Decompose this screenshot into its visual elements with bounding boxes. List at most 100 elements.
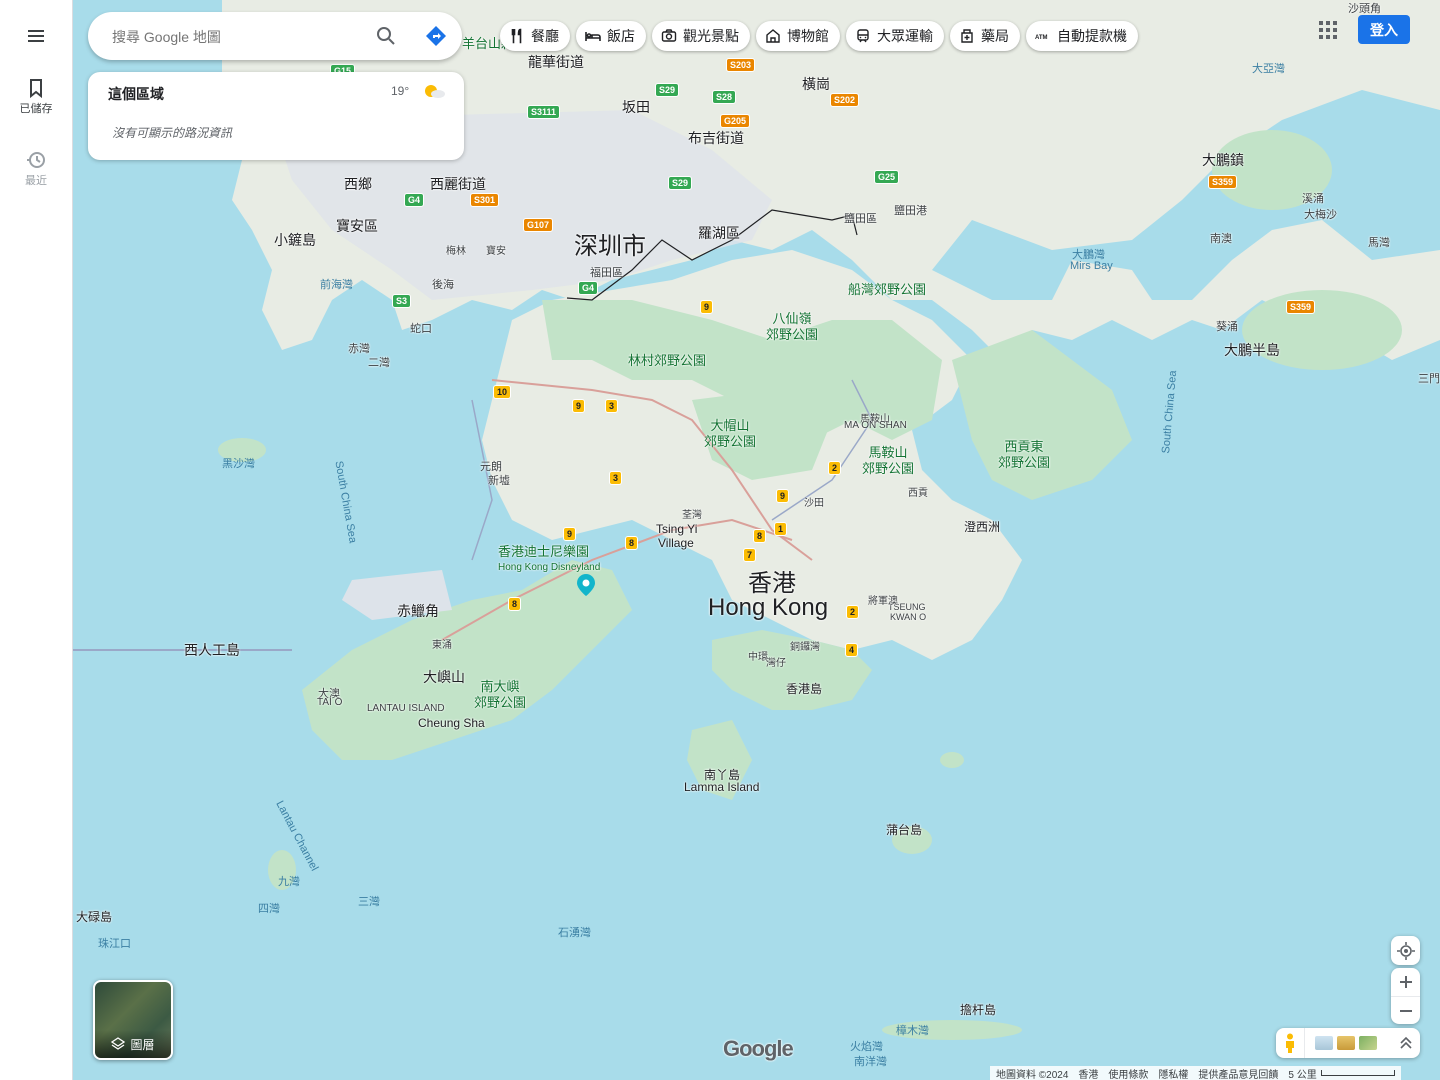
zoom-out-button[interactable]	[1391, 996, 1420, 1025]
label-hongkong-en[interactable]: Hong Kong	[708, 594, 828, 622]
history-icon	[27, 152, 45, 168]
terrain-thumbnail[interactable]	[1315, 1036, 1333, 1050]
place-label[interactable]: 澄西洲	[964, 518, 1000, 535]
place-label[interactable]: 大鵬鎮	[1202, 150, 1244, 170]
place-label[interactable]: 大梅沙	[1304, 206, 1337, 222]
place-label[interactable]: Lamma Island	[684, 780, 759, 794]
place-label[interactable]: 大嶼山	[423, 667, 465, 687]
place-label[interactable]: 香港島	[786, 680, 822, 697]
label-shenzhen[interactable]: 深圳市	[574, 226, 646, 261]
park-label[interactable]: 香港迪士尼樂園	[498, 544, 589, 560]
place-label[interactable]: 銅鑼灣	[790, 638, 820, 653]
menu-button[interactable]	[0, 24, 72, 48]
place-label[interactable]: 馬灣	[1368, 234, 1390, 250]
place-label[interactable]: Village	[658, 536, 694, 550]
chip-atms[interactable]: ATM 自動提款機	[1026, 21, 1138, 51]
footer-feedback[interactable]: 提供產品意見回饋	[1198, 1066, 1278, 1080]
chip-hotels[interactable]: 飯店	[576, 21, 646, 51]
directions-button[interactable]	[424, 24, 448, 48]
place-label[interactable]: 蒲台島	[886, 821, 922, 838]
my-location-button[interactable]	[1391, 936, 1420, 965]
place-label[interactable]: 鹽田港	[894, 202, 927, 218]
place-label[interactable]: 西鄉	[344, 174, 372, 194]
satellite-thumbnail[interactable]	[1359, 1036, 1377, 1050]
place-label[interactable]: 二灣	[368, 354, 390, 370]
chip-attractions[interactable]: 觀光景點	[652, 21, 750, 51]
place-label[interactable]: 溪涌	[1302, 190, 1324, 206]
park-label[interactable]: 八仙嶺 郊野公園	[766, 311, 818, 343]
place-label[interactable]: 東涌	[432, 636, 452, 651]
place-label[interactable]: 後海	[432, 276, 454, 292]
label-hongkong-zh[interactable]: 香港	[748, 563, 796, 598]
place-label[interactable]: 橫崗	[802, 74, 830, 94]
place-label[interactable]: 灣仔	[766, 654, 786, 669]
chip-museums[interactable]: 博物館	[756, 21, 840, 51]
scale-bar[interactable]: 5 公里	[1288, 1066, 1395, 1080]
road-shield: S359	[1208, 175, 1238, 189]
map-canvas[interactable]: 深圳市 香港 Hong Kong 寶安區 西鄉 西麗街道 小鏟島 前海灣 赤灣 …	[72, 0, 1440, 1080]
park-label[interactable]: 林村郊野公園	[628, 353, 706, 369]
disneyland-pin-icon[interactable]	[577, 574, 595, 596]
place-label[interactable]: 布吉街道	[688, 128, 744, 148]
footer-terms[interactable]: 使用條款	[1108, 1066, 1148, 1080]
place-label[interactable]: 沙頭角	[1348, 0, 1381, 16]
sign-in-button[interactable]: 登入	[1358, 15, 1410, 44]
place-label[interactable]: 三門	[1418, 370, 1440, 386]
park-label[interactable]: 西貢東 郊野公園	[998, 439, 1050, 471]
place-label[interactable]: 中環	[748, 648, 768, 663]
chip-restaurants[interactable]: 餐廳	[500, 21, 570, 51]
place-label[interactable]: 坂田	[622, 97, 650, 117]
search-button[interactable]	[374, 24, 398, 48]
layers-button[interactable]: 圖層	[93, 980, 173, 1060]
place-label[interactable]: 赤鱲角	[397, 601, 439, 621]
search-input[interactable]	[110, 24, 364, 50]
place-label[interactable]: 鹽田區	[844, 210, 877, 226]
park-label[interactable]: 大帽山 郊野公園	[704, 418, 756, 450]
footer-privacy[interactable]: 隱私權	[1158, 1066, 1188, 1080]
park-label[interactable]: 南大嶼 郊野公園	[474, 679, 526, 711]
place-label[interactable]: 寶安	[486, 242, 506, 257]
place-label[interactable]: 大碌島	[76, 908, 112, 925]
place-label[interactable]: 新墟	[488, 472, 510, 488]
place-label[interactable]: LANTAU ISLAND	[367, 703, 445, 714]
chip-pharmacies[interactable]: 藥局	[950, 21, 1020, 51]
place-label[interactable]: 龍華街道	[528, 52, 584, 72]
zoom-in-button[interactable]	[1391, 968, 1420, 996]
place-label[interactable]: 元朗	[480, 458, 502, 474]
road-shield: S3111	[527, 105, 561, 119]
place-label[interactable]: 小鏟島	[274, 230, 316, 250]
place-label[interactable]: 大鵬半島	[1224, 340, 1280, 360]
park-label[interactable]: 船灣郊野公園	[848, 282, 926, 298]
place-label[interactable]: MA ON SHAN	[844, 420, 907, 431]
place-label[interactable]: 南澳	[1210, 230, 1232, 246]
road-shield: G4	[404, 193, 425, 207]
place-label[interactable]: KWAN O	[890, 612, 926, 622]
apps-button[interactable]	[1318, 20, 1338, 40]
place-label[interactable]: 福田區	[590, 264, 623, 280]
footer-region[interactable]: 香港	[1078, 1066, 1098, 1080]
place-label[interactable]: 梅林	[446, 242, 466, 257]
place-label[interactable]: TAI O	[317, 697, 342, 708]
area-info-card[interactable]: 這個區域 19° 沒有可顯示的路況資訊	[88, 72, 464, 160]
place-label[interactable]: 將軍澳	[868, 592, 898, 607]
place-label[interactable]: 沙田	[804, 494, 824, 509]
recent-button[interactable]: 最近	[0, 148, 72, 188]
place-label[interactable]: 寶安區	[336, 216, 378, 236]
place-label[interactable]: 西麗街道	[430, 174, 486, 194]
park-label[interactable]: 馬鞍山 郊野公園	[862, 445, 914, 477]
place-label[interactable]: 西貢	[908, 484, 928, 499]
place-label[interactable]: 蛇口	[410, 320, 432, 336]
place-label[interactable]: 羅湖區	[698, 223, 740, 243]
place-label[interactable]: 擔杆島	[960, 1001, 996, 1018]
place-label[interactable]: 荃灣	[682, 506, 702, 521]
place-label[interactable]: 西人工島	[184, 640, 240, 660]
chip-transit[interactable]: 大眾運輸	[846, 21, 944, 51]
saved-button[interactable]: 已儲存	[0, 76, 72, 116]
expand-button[interactable]	[1392, 1028, 1420, 1058]
pegman-button[interactable]	[1276, 1028, 1305, 1058]
place-label[interactable]: Cheung Sha	[418, 716, 485, 730]
place-label[interactable]: 葵涌	[1216, 318, 1238, 334]
place-label[interactable]: Tsing Yi	[656, 522, 697, 536]
traffic-thumbnail[interactable]	[1337, 1036, 1355, 1050]
place-label[interactable]: 赤灣	[348, 340, 370, 356]
